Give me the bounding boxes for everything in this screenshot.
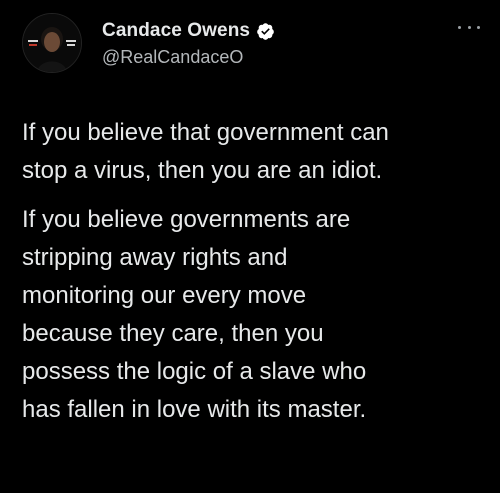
avatar[interactable] bbox=[22, 13, 82, 73]
tweet-line: because they care, then you bbox=[22, 320, 324, 347]
tweet-paragraph: If you believe that government can stop … bbox=[22, 114, 487, 190]
dot bbox=[458, 25, 461, 29]
more-horizontal-icon[interactable] bbox=[458, 22, 480, 32]
tweet-line: stop a virus, then you are an idiot. bbox=[22, 157, 383, 184]
tweet-text: If you believe that government can stop … bbox=[22, 114, 487, 440]
tweet-paragraph: If you believe governments are stripping… bbox=[22, 201, 487, 429]
author-name-row: Candace Owens bbox=[102, 18, 275, 44]
avatar-image bbox=[23, 14, 81, 72]
tweet-line: stripping away rights and bbox=[22, 244, 288, 271]
author-handle[interactable]: @RealCandaceO bbox=[102, 47, 243, 68]
dot bbox=[477, 25, 480, 29]
tweet-line: has fallen in love with its master. bbox=[22, 396, 367, 423]
display-name[interactable]: Candace Owens bbox=[102, 20, 250, 42]
dot bbox=[467, 25, 471, 29]
verified-badge-icon bbox=[257, 22, 274, 40]
tweet-line: If you believe governments are bbox=[22, 206, 351, 233]
tweet-line: monitoring our every move bbox=[22, 282, 307, 309]
tweet-line: possess the logic of a slave who bbox=[22, 358, 367, 385]
tweet-card: Candace Owens @RealCandaceO If you belie… bbox=[0, 0, 500, 493]
tweet-line: If you believe that government can bbox=[22, 119, 389, 146]
